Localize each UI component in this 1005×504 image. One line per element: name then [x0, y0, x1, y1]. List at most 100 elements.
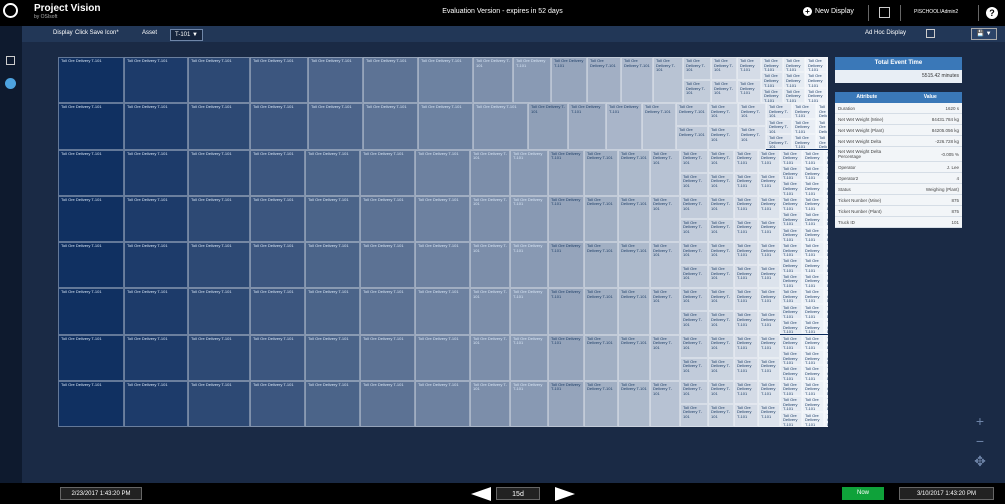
treemap-cell[interactable]: Toll Ore Delivery T-101 [758, 311, 780, 335]
treemap-cell[interactable]: Toll Ore Delivery T-101 [513, 57, 551, 104]
treemap-cell[interactable]: Toll Ore Delivery T-101 [618, 195, 650, 242]
treemap-cell[interactable]: Toll Ore Delivery T-101 [758, 334, 780, 358]
treemap-cell[interactable]: Toll Ore Delivery T-101 [766, 134, 792, 150]
treemap-cell[interactable]: Toll Ore Delivery T-101 [188, 380, 250, 427]
treemap-cell[interactable]: Toll Ore Delivery T-101 [805, 87, 827, 104]
treemap-cell[interactable]: Toll Ore Delivery T-101 [734, 149, 758, 173]
treemap-cell[interactable]: Toll Ore Delivery T-101 [188, 103, 250, 150]
treemap-cell[interactable]: Toll Ore Delivery T-101 [360, 334, 415, 381]
treemap-cell[interactable]: Toll Ore Delivery T-101 [737, 80, 761, 104]
treemap-cell[interactable]: Toll Ore Delivery T-101 [360, 242, 415, 289]
treemap-cell[interactable]: Toll Ore Delivery T-101 [124, 195, 188, 242]
treemap-cell[interactable]: Toll Ore Delivery T-101 [470, 380, 510, 427]
treemap-cell[interactable]: Toll Ore Delivery T-101 [824, 195, 828, 212]
treemap-cell[interactable]: Toll Ore Delivery T-101 [510, 380, 548, 427]
treemap-cell[interactable]: Toll Ore Delivery T-101 [308, 57, 363, 104]
treemap-cell[interactable]: Toll Ore Delivery T-101 [816, 118, 828, 135]
treemap-cell[interactable]: Toll Ore Delivery T-101 [548, 242, 584, 289]
treemap-cell[interactable]: Toll Ore Delivery T-101 [824, 411, 828, 427]
treemap-cell[interactable]: Toll Ore Delivery T-101 [802, 334, 824, 350]
treemap-cell[interactable]: Toll Ore Delivery T-101 [58, 195, 124, 242]
save-button[interactable]: 💾 ▼ [971, 28, 997, 40]
treemap-cell[interactable]: Toll Ore Delivery T-101 [758, 242, 780, 266]
treemap-cell[interactable]: Toll Ore Delivery T-101 [470, 288, 510, 335]
treemap-cell[interactable]: Toll Ore Delivery T-101 [418, 103, 473, 150]
treemap-cell[interactable]: Toll Ore Delivery T-101 [824, 349, 828, 366]
treemap-cell[interactable]: Toll Ore Delivery T-101 [711, 80, 737, 104]
treemap-cell[interactable]: Toll Ore Delivery T-101 [58, 288, 124, 335]
treemap-cell[interactable]: Toll Ore Delivery T-101 [308, 103, 363, 150]
treemap-cell[interactable]: Toll Ore Delivery T-101 [792, 134, 816, 150]
treemap-cell[interactable]: Toll Ore Delivery T-101 [758, 195, 780, 219]
treemap-cell[interactable]: Toll Ore Delivery T-101 [676, 103, 708, 127]
treemap-cell[interactable]: Toll Ore Delivery T-101 [734, 334, 758, 358]
treemap-cell[interactable]: Toll Ore Delivery T-101 [824, 288, 828, 304]
treemap-cell[interactable]: Toll Ore Delivery T-101 [802, 349, 824, 366]
treemap-cell[interactable]: Toll Ore Delivery T-101 [816, 134, 828, 150]
treemap-cell[interactable]: Toll Ore Delivery T-101 [827, 72, 828, 88]
treemap-cell[interactable]: Toll Ore Delivery T-101 [618, 380, 650, 427]
treemap-cell[interactable]: Toll Ore Delivery T-101 [510, 195, 548, 242]
treemap-cell[interactable]: Toll Ore Delivery T-101 [510, 288, 548, 335]
treemap-cell[interactable]: Toll Ore Delivery T-101 [780, 334, 802, 350]
treemap-cell[interactable]: Toll Ore Delivery T-101 [780, 303, 802, 320]
treemap-cell[interactable]: Toll Ore Delivery T-101 [680, 403, 708, 427]
treemap-cell[interactable]: Toll Ore Delivery T-101 [510, 334, 548, 381]
treemap-cell[interactable]: Toll Ore Delivery T-101 [708, 380, 734, 404]
treemap-cell[interactable]: Toll Ore Delivery T-101 [802, 319, 824, 335]
treemap-cell[interactable]: Toll Ore Delivery T-101 [780, 211, 802, 227]
treemap-cell[interactable]: Toll Ore Delivery T-101 [734, 311, 758, 335]
treemap-cell[interactable]: Toll Ore Delivery T-101 [734, 172, 758, 196]
treemap-cell[interactable]: Toll Ore Delivery T-101 [618, 242, 650, 289]
treemap-cell[interactable]: Toll Ore Delivery T-101 [618, 334, 650, 381]
treemap-cell[interactable]: Toll Ore Delivery T-101 [683, 80, 711, 104]
treemap-cell[interactable]: Toll Ore Delivery T-101 [780, 272, 802, 289]
time-forward-button[interactable] [555, 487, 575, 501]
treemap-cell[interactable]: Toll Ore Delivery T-101 [824, 257, 828, 273]
treemap-cell[interactable]: Toll Ore Delivery T-101 [708, 149, 734, 173]
treemap-cell[interactable]: Toll Ore Delivery T-101 [363, 57, 418, 104]
treemap-cell[interactable]: Toll Ore Delivery T-101 [680, 149, 708, 173]
treemap-cell[interactable]: Toll Ore Delivery T-101 [584, 242, 618, 289]
treemap-cell[interactable]: Toll Ore Delivery T-101 [708, 242, 734, 266]
treemap-cell[interactable]: Toll Ore Delivery T-101 [780, 396, 802, 412]
treemap-cell[interactable]: Toll Ore Delivery T-101 [758, 265, 780, 289]
treemap-cell[interactable]: Toll Ore Delivery T-101 [124, 57, 188, 104]
treemap-cell[interactable]: Toll Ore Delivery T-101 [548, 195, 584, 242]
treemap-cell[interactable]: Toll Ore Delivery T-101 [758, 380, 780, 404]
treemap-cell[interactable]: Toll Ore Delivery T-101 [761, 57, 783, 73]
treemap-cell[interactable]: Toll Ore Delivery T-101 [650, 288, 680, 335]
treemap-cell[interactable]: Toll Ore Delivery T-101 [780, 180, 802, 196]
cube-icon[interactable] [6, 56, 15, 65]
treemap-cell[interactable]: Toll Ore Delivery T-101 [470, 242, 510, 289]
treemap-cell[interactable]: Toll Ore Delivery T-101 [415, 149, 470, 196]
duration-field[interactable]: 15d [496, 487, 540, 500]
treemap-cell[interactable]: Toll Ore Delivery T-101 [792, 103, 816, 119]
treemap-cell[interactable]: Toll Ore Delivery T-101 [708, 265, 734, 289]
treemap-cell[interactable]: Toll Ore Delivery T-101 [188, 288, 250, 335]
treemap-cell[interactable]: Toll Ore Delivery T-101 [708, 195, 734, 219]
treemap-cell[interactable]: Toll Ore Delivery T-101 [734, 265, 758, 289]
treemap-cell[interactable]: Toll Ore Delivery T-101 [188, 149, 250, 196]
treemap-cell[interactable]: Toll Ore Delivery T-101 [680, 357, 708, 381]
treemap-cell[interactable]: Toll Ore Delivery T-101 [124, 288, 188, 335]
treemap-cell[interactable]: Toll Ore Delivery T-101 [250, 288, 305, 335]
treemap-cell[interactable]: Toll Ore Delivery T-101 [780, 149, 802, 165]
treemap-cell[interactable]: Toll Ore Delivery T-101 [305, 334, 360, 381]
treemap-cell[interactable]: Toll Ore Delivery T-101 [124, 380, 188, 427]
treemap-cell[interactable]: Toll Ore Delivery T-101 [761, 87, 783, 104]
treemap-cell[interactable]: Toll Ore Delivery T-101 [708, 403, 734, 427]
treemap-cell[interactable]: Toll Ore Delivery T-101 [783, 87, 805, 104]
treemap-cell[interactable]: Toll Ore Delivery T-101 [360, 149, 415, 196]
treemap-cell[interactable]: Toll Ore Delivery T-101 [680, 288, 708, 312]
treemap-cell[interactable]: Toll Ore Delivery T-101 [548, 334, 584, 381]
treemap-cell[interactable]: Toll Ore Delivery T-101 [780, 380, 802, 397]
treemap-cell[interactable]: Toll Ore Delivery T-101 [824, 149, 828, 165]
treemap-cell[interactable]: Toll Ore Delivery T-101 [188, 334, 250, 381]
treemap-cell[interactable]: Toll Ore Delivery T-101 [650, 149, 680, 196]
treemap-cell[interactable]: Toll Ore Delivery T-101 [305, 380, 360, 427]
treemap-cell[interactable]: Toll Ore Delivery T-101 [305, 242, 360, 289]
treemap-cell[interactable]: Toll Ore Delivery T-101 [780, 365, 802, 381]
end-time-field[interactable]: 3/10/2017 1:43:20 PM [899, 487, 994, 500]
treemap-cell[interactable]: Toll Ore Delivery T-101 [510, 242, 548, 289]
